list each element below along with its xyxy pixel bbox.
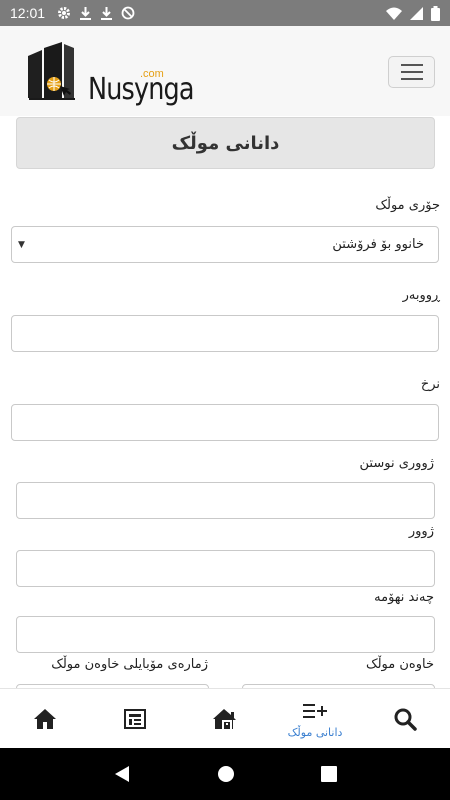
nav-item-home[interactable]: [0, 689, 90, 748]
nav-item-listings[interactable]: [90, 689, 180, 748]
dropdown-arrow-icon: ▼: [18, 239, 25, 250]
property-type-label: جۆری موڵک: [375, 198, 440, 213]
top-bar: .com Nusynga: [0, 26, 450, 116]
property-type-value: خانوو بۆ فرۆشتن: [332, 237, 424, 252]
menu-button[interactable]: [388, 56, 435, 88]
back-icon[interactable]: [113, 765, 131, 783]
floors-label: چەند نهۆمە: [374, 590, 434, 605]
main-content: دانانی موڵک جۆری موڵک ▼ خانوو بۆ فرۆشتن …: [0, 116, 450, 688]
home-icon: [34, 708, 56, 729]
system-nav-bar: [0, 748, 450, 800]
status-time: 12:01: [10, 5, 46, 21]
logo[interactable]: .com Nusynga: [24, 40, 194, 107]
rooms-label: ژوور: [408, 524, 434, 539]
bedrooms-input[interactable]: [16, 482, 435, 519]
house-building-icon: [213, 708, 236, 729]
nav-label-add-property: دانانی موڵک: [287, 725, 343, 739]
wifi-icon: [386, 7, 402, 20]
download-icon: [80, 7, 92, 20]
logo-text: Nusynga: [88, 72, 194, 107]
nav-item-properties[interactable]: [180, 689, 270, 748]
hamburger-icon: [400, 64, 423, 66]
listings-icon: [124, 708, 146, 729]
owner-phone-label: ژمارەی مۆبایلی خاوەن موڵک: [51, 657, 208, 672]
search-icon: [394, 708, 417, 731]
nav-item-add-property[interactable]: دانانی موڵک: [270, 689, 360, 748]
page-title: دانانی موڵک: [16, 117, 435, 169]
battery-icon: [431, 5, 440, 21]
area-label: ڕووبەر: [402, 288, 440, 303]
recents-icon[interactable]: [321, 766, 337, 782]
home-circle-icon[interactable]: [217, 765, 235, 783]
buildings-logo-icon: [28, 42, 75, 100]
rooms-input[interactable]: [16, 550, 435, 587]
nav-item-search[interactable]: [360, 689, 450, 748]
bedrooms-label: ژووری نوستن: [359, 456, 434, 471]
status-bar: 12:01: [0, 0, 450, 26]
no-sync-icon: [121, 6, 135, 20]
area-input[interactable]: [11, 315, 439, 352]
add-list-icon: [303, 703, 327, 718]
bottom-nav: دانانی موڵک: [0, 688, 450, 748]
download-icon: [101, 7, 113, 20]
signal-icon: [410, 6, 423, 20]
floors-input[interactable]: [16, 616, 435, 653]
gear-icon: [58, 7, 71, 19]
owner-label: خاوەن موڵک: [365, 657, 434, 672]
price-input[interactable]: [11, 404, 439, 441]
property-type-select[interactable]: ▼ خانوو بۆ فرۆشتن: [11, 226, 439, 263]
price-label: نرخ: [420, 377, 440, 392]
